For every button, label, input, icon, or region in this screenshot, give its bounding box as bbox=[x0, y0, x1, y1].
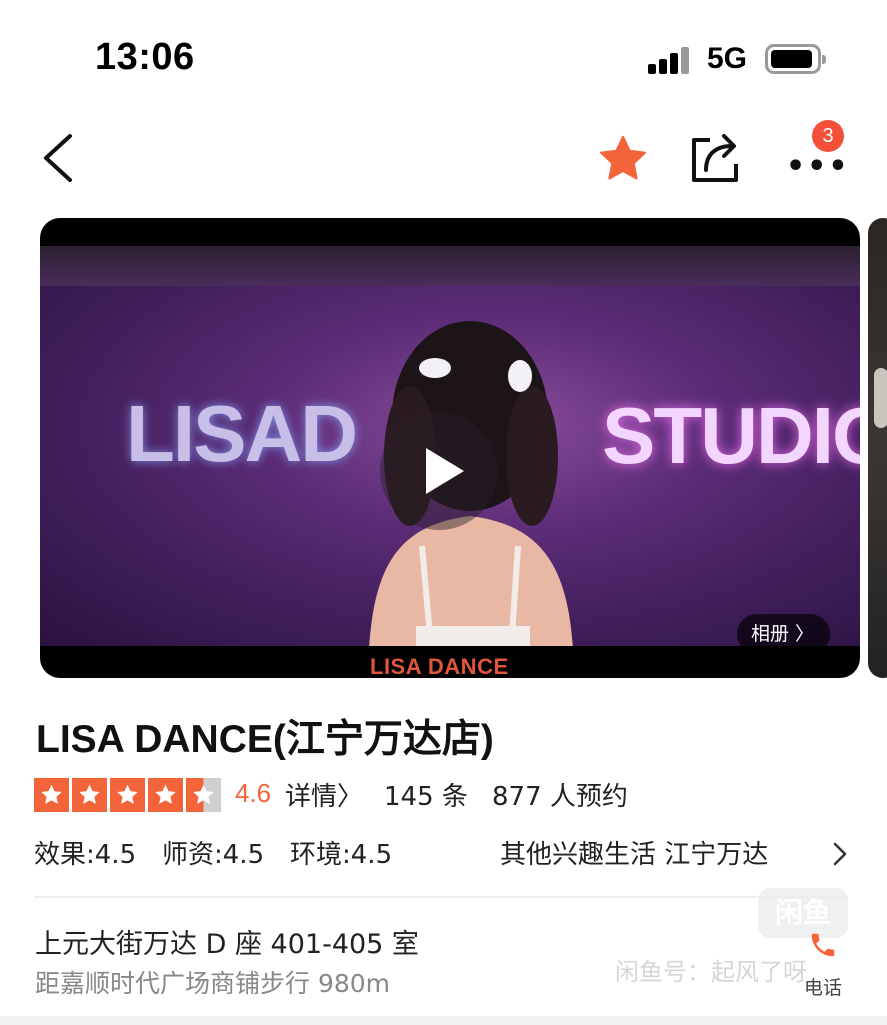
more-dots-icon: ••• bbox=[786, 149, 850, 184]
status-bar: 13:06 5G bbox=[0, 0, 887, 110]
shop-title: LISA DANCE(江宁万达店) bbox=[36, 718, 494, 761]
rating-detail-link[interactable]: 详情〉 bbox=[285, 776, 363, 813]
booking-count: 877 人预约 bbox=[492, 782, 628, 812]
status-time: 13:06 bbox=[95, 36, 195, 78]
more-button[interactable]: ••• 3 bbox=[780, 120, 848, 186]
watermark-text: 闲鱼号：起风了呀 bbox=[615, 958, 807, 986]
video-watermark-logo: LISA DANCE bbox=[370, 654, 509, 678]
cellular-signal-icon bbox=[648, 46, 692, 74]
score-teachers: 师资:4.5 bbox=[162, 840, 265, 870]
network-type: 5G bbox=[707, 42, 748, 75]
phone-label[interactable]: 电话 bbox=[804, 973, 842, 1000]
share-icon bbox=[692, 134, 738, 182]
star-icon bbox=[34, 778, 69, 812]
score-effect: 效果:4.5 bbox=[34, 840, 137, 870]
shop-address[interactable]: 上元大街万达 D 座 401-405 室 bbox=[35, 922, 419, 961]
category-link[interactable]: 其他兴趣生活 江宁万达 bbox=[500, 834, 768, 871]
chevron-right-icon bbox=[833, 842, 847, 866]
ceiling bbox=[40, 246, 860, 286]
star-icon bbox=[72, 778, 107, 812]
battery-icon bbox=[765, 44, 826, 74]
chevron-left-icon bbox=[44, 134, 72, 182]
review-count[interactable]: 145 条 bbox=[384, 776, 468, 813]
notification-badge: 3 bbox=[812, 120, 844, 152]
star-icon bbox=[148, 778, 183, 812]
favorite-button[interactable] bbox=[596, 132, 650, 186]
rating-row: 4.6 详情〉 145 条 877 人预约 bbox=[34, 776, 734, 816]
hero-video[interactable]: LISAD STUDIO LISA DANCE 相册 〉 bbox=[40, 218, 860, 678]
divider bbox=[34, 896, 848, 898]
star-icon bbox=[110, 778, 145, 812]
half-star-icon bbox=[186, 778, 221, 812]
rating-score: 4.6 bbox=[235, 778, 272, 808]
star-icon bbox=[600, 135, 646, 180]
score-environment: 环境:4.5 bbox=[290, 840, 393, 870]
play-icon[interactable] bbox=[380, 412, 498, 530]
album-button[interactable]: 相册 〉 bbox=[737, 614, 830, 654]
bottom-separator bbox=[0, 1016, 887, 1025]
back-button[interactable] bbox=[38, 130, 82, 186]
share-button[interactable] bbox=[688, 130, 742, 186]
wall-sign-right: STUDIO bbox=[602, 391, 860, 480]
shop-distance: 距嘉顺时代广场商铺步行 980m bbox=[35, 969, 391, 998]
video-frame: LISAD STUDIO bbox=[40, 246, 860, 646]
phone-icon[interactable] bbox=[808, 930, 838, 960]
sub-scores-row: 效果:4.5 师资:4.5 环境:4.5 其他兴趣生活 江宁万达 bbox=[34, 834, 854, 874]
next-media-peek[interactable] bbox=[868, 218, 887, 678]
